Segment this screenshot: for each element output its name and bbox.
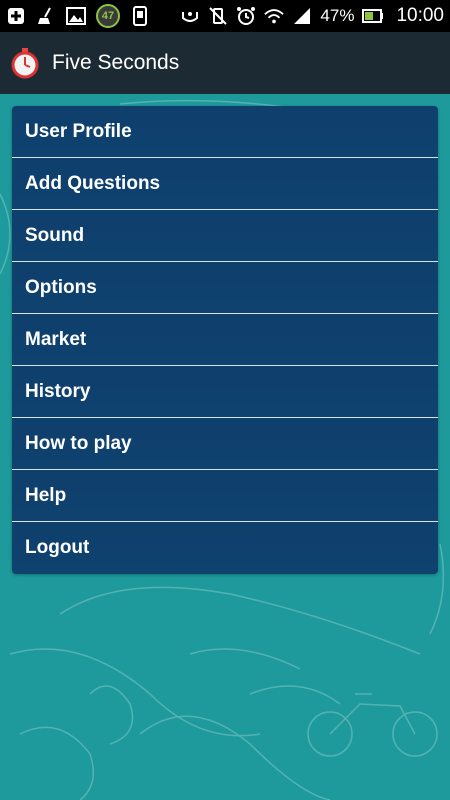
menu-item-user-profile[interactable]: User Profile [12, 106, 438, 158]
menu-item-help[interactable]: Help [12, 470, 438, 522]
main-menu: User Profile Add Questions Sound Options… [12, 106, 438, 574]
add-icon [6, 6, 26, 26]
menu-item-options[interactable]: Options [12, 262, 438, 314]
status-time: 10:00 [396, 5, 444, 26]
menu-item-sound[interactable]: Sound [12, 210, 438, 262]
stopwatch-icon[interactable] [10, 47, 40, 79]
menu-item-market[interactable]: Market [12, 314, 438, 366]
wifi-icon [264, 6, 285, 26]
menu-item-logout[interactable]: Logout [12, 522, 438, 574]
app-title: Five Seconds [52, 51, 180, 74]
menu-item-how-to-play[interactable]: How to play [12, 418, 438, 470]
vibrate-off-icon [208, 6, 228, 26]
menu-item-history[interactable]: History [12, 366, 438, 418]
status-bar-right: 47% 10:00 [180, 5, 444, 27]
broom-icon [36, 6, 56, 26]
gesture-icon [180, 6, 200, 26]
app-bar: Five Seconds [0, 32, 450, 94]
menu-item-add-questions[interactable]: Add Questions [12, 158, 438, 210]
notification-badge-icon: 47 [96, 4, 120, 28]
signal-icon [292, 6, 312, 26]
battery-icon [362, 6, 384, 26]
image-icon [66, 6, 86, 26]
alarm-icon [236, 6, 256, 26]
phone-icon [130, 6, 150, 26]
status-bar: 47 47% 10:00 [0, 0, 450, 32]
notification-count: 47 [101, 10, 115, 22]
status-bar-left: 47 [6, 4, 150, 28]
battery-percent: 47% [320, 6, 355, 25]
